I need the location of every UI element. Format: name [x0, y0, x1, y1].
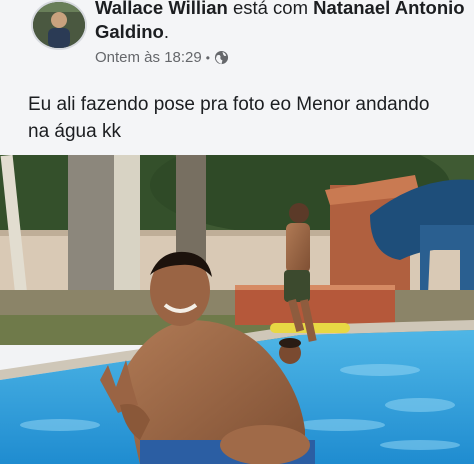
- swimming-person: [279, 338, 301, 364]
- post-header: Wallace Willian está com Natanael Antoni…: [0, 0, 474, 155]
- author-name-link[interactable]: Wallace Willian: [95, 0, 228, 18]
- post-meta: Ontem às 18:29 •: [95, 49, 229, 66]
- post-timestamp[interactable]: Ontem às 18:29: [95, 49, 202, 66]
- author-avatar[interactable]: [31, 0, 87, 50]
- post-caption: Eu ali fazendo pose pra foto eo Menor an…: [28, 94, 430, 142]
- pool-photo: [0, 155, 474, 464]
- globe-icon[interactable]: [214, 50, 229, 65]
- meta-separator: •: [205, 50, 210, 65]
- title-period: .: [163, 21, 170, 42]
- post-photo[interactable]: [0, 155, 474, 464]
- facebook-post: Wallace Willian está com Natanael Antoni…: [0, 0, 474, 464]
- with-connector: está com: [227, 0, 314, 18]
- avatar-image: [33, 2, 85, 48]
- post-title: Wallace Willian está com Natanael Antoni…: [95, 0, 465, 44]
